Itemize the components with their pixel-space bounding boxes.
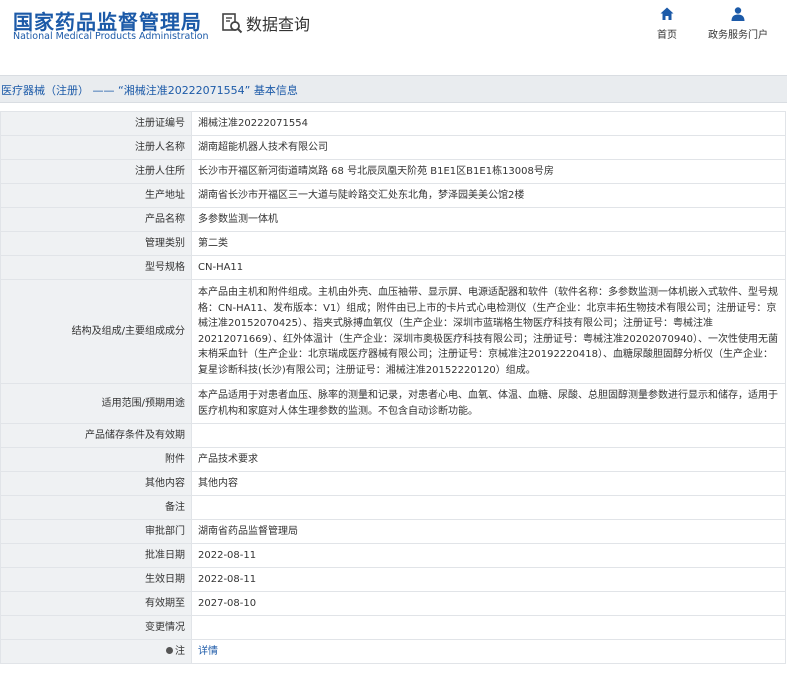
production-address: 湖南省长沙市开福区三一大道与陡岭路交汇处东北角，梦泽园美美公馆2楼 xyxy=(191,183,786,208)
other-content: 其他内容 xyxy=(191,471,786,496)
breadcrumb: 医疗器械（注册） —— “湘械注准20222071554” 基本信息 xyxy=(0,75,787,103)
table-row: 注册证编号 湘械注准20222071554 xyxy=(0,111,786,136)
approval-date: 2022-08-11 xyxy=(191,543,786,568)
registrant-name: 湖南超能机器人技术有限公司 xyxy=(191,135,786,160)
field-label: 其他内容 xyxy=(0,471,192,496)
field-label: 批准日期 xyxy=(0,543,192,568)
field-label: 产品名称 xyxy=(0,207,192,232)
note-label-cell: 注 xyxy=(0,639,192,664)
change-status xyxy=(191,615,786,640)
site-logo-subtitle: National Medical Products Administration xyxy=(13,31,209,42)
nav-gov-services-label: 政务服务门户 xyxy=(708,30,768,41)
field-label: 审批部门 xyxy=(0,519,192,544)
table-row: 产品储存条件及有效期 xyxy=(0,423,786,448)
data-query-title: 数据查询 xyxy=(221,12,310,34)
field-label: 注册人名称 xyxy=(0,135,192,160)
table-row: 变更情况 xyxy=(0,615,786,640)
document-search-icon xyxy=(222,13,243,34)
table-row: 注册人住所 长沙市开福区新河街道晴岚路 68 号北辰凤凰天阶苑 B1E1区B1E… xyxy=(0,159,786,184)
field-label: 管理类别 xyxy=(0,231,192,256)
home-icon xyxy=(660,7,674,20)
field-label: 备注 xyxy=(0,495,192,520)
table-row: 管理类别 第二类 xyxy=(0,231,786,256)
structure-composition: 本产品由主机和附件组成。主机由外壳、血压袖带、显示屏、电源适配器和软件（软件名称… xyxy=(191,279,786,384)
approval-department: 湖南省药品监督管理局 xyxy=(191,519,786,544)
table-row: 有效期至 2027-08-10 xyxy=(0,591,786,616)
data-query-label: 数据查询 xyxy=(246,15,311,34)
remarks xyxy=(191,495,786,520)
field-label: 生效日期 xyxy=(0,567,192,592)
table-row: 产品名称 多参数监测一体机 xyxy=(0,207,786,232)
pin-icon xyxy=(166,647,173,655)
user-icon xyxy=(731,7,745,21)
table-row: 注 详情 xyxy=(0,639,786,664)
registrant-address: 长沙市开福区新河街道晴岚路 68 号北辰凤凰天阶苑 B1E1区B1E1栋1300… xyxy=(191,159,786,184)
field-label: 注 xyxy=(175,645,185,657)
management-category: 第二类 xyxy=(191,231,786,256)
field-label: 结构及组成/主要组成成分 xyxy=(0,279,192,384)
field-label: 注册证编号 xyxy=(0,111,192,136)
table-row: 结构及组成/主要组成成分 本产品由主机和附件组成。主机由外壳、血压袖带、显示屏、… xyxy=(0,279,786,384)
field-label: 产品储存条件及有效期 xyxy=(0,423,192,448)
table-row: 其他内容 其他内容 xyxy=(0,471,786,496)
device-info-table: 注册证编号 湘械注准20222071554 注册人名称 湖南超能机器人技术有限公… xyxy=(0,111,786,664)
nav-home-label: 首页 xyxy=(657,30,677,41)
table-row: 附件 产品技术要求 xyxy=(0,447,786,472)
effective-date: 2022-08-11 xyxy=(191,567,786,592)
table-row: 审批部门 湖南省药品监督管理局 xyxy=(0,519,786,544)
field-label: 注册人住所 xyxy=(0,159,192,184)
table-row: 注册人名称 湖南超能机器人技术有限公司 xyxy=(0,135,786,160)
field-label: 生产地址 xyxy=(0,183,192,208)
nav-gov-services[interactable]: 政务服务门户 xyxy=(708,6,768,41)
intended-use: 本产品适用于对患者血压、脉率的测量和记录，对患者心电、血氧、体温、血糖、尿酸、总… xyxy=(191,383,786,424)
details-link[interactable]: 详情 xyxy=(198,646,218,657)
table-row: 备注 xyxy=(0,495,786,520)
attachment: 产品技术要求 xyxy=(191,447,786,472)
product-name: 多参数监测一体机 xyxy=(191,207,786,232)
field-label: 变更情况 xyxy=(0,615,192,640)
registration-number: 湘械注准20222071554 xyxy=(191,111,786,136)
note-value-cell: 详情 xyxy=(191,639,786,664)
table-row: 批准日期 2022-08-11 xyxy=(0,543,786,568)
site-header: 国家药品监督管理局 National Medical Products Admi… xyxy=(0,0,787,60)
table-row: 生产地址 湖南省长沙市开福区三一大道与陡岭路交汇处东北角，梦泽园美美公馆2楼 xyxy=(0,183,786,208)
table-row: 适用范围/预期用途 本产品适用于对患者血压、脉率的测量和记录，对患者心电、血氧、… xyxy=(0,383,786,424)
field-label: 有效期至 xyxy=(0,591,192,616)
storage-validity xyxy=(191,423,786,448)
field-label: 附件 xyxy=(0,447,192,472)
nav-home[interactable]: 首页 xyxy=(657,6,677,41)
field-label: 适用范围/预期用途 xyxy=(0,383,192,424)
model-spec: CN-HA11 xyxy=(191,255,786,280)
table-row: 生效日期 2022-08-11 xyxy=(0,567,786,592)
breadcrumb-text: 医疗器械（注册） —— “湘械注准20222071554” 基本信息 xyxy=(1,84,298,97)
expiry-date: 2027-08-10 xyxy=(191,591,786,616)
table-row: 型号规格 CN-HA11 xyxy=(0,255,786,280)
field-label: 型号规格 xyxy=(0,255,192,280)
